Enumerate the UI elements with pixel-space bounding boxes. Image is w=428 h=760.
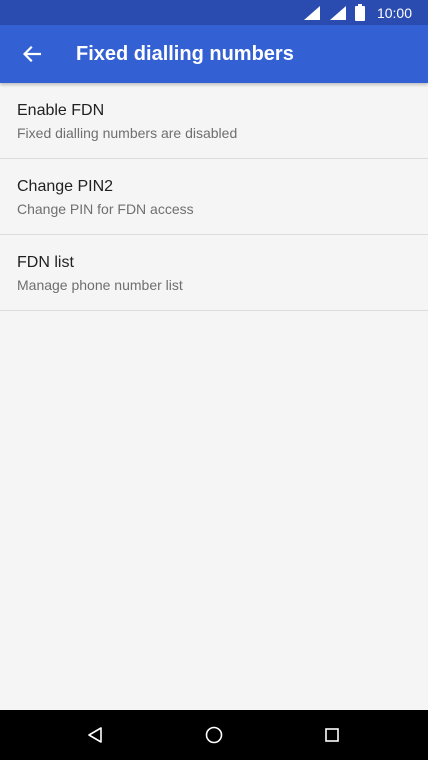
back-button[interactable] xyxy=(12,34,52,74)
battery-icon xyxy=(354,4,365,21)
fdn-list-subtitle: Manage phone number list xyxy=(17,277,183,293)
enable-fdn-subtitle: Fixed dialling numbers are disabled xyxy=(17,125,238,141)
back-triangle-icon xyxy=(88,727,102,743)
cell-signal-icon xyxy=(329,5,346,20)
enable-fdn-item[interactable]: Enable FDN Fixed dialling numbers are di… xyxy=(0,83,428,159)
nav-back-button[interactable] xyxy=(65,710,125,760)
arrow-left-icon xyxy=(23,46,41,62)
change-pin2-subtitle: Change PIN for FDN access xyxy=(17,201,194,217)
recents-square-icon xyxy=(325,728,339,742)
status-bar: 10:00 xyxy=(0,0,428,25)
navigation-bar xyxy=(0,710,428,760)
fdn-list-title: FDN list xyxy=(17,254,74,271)
home-circle-icon xyxy=(205,726,223,744)
enable-fdn-title: Enable FDN xyxy=(17,102,105,119)
app-bar: Fixed dialling numbers xyxy=(0,25,428,83)
page-title: Fixed dialling numbers xyxy=(76,43,294,65)
nav-recents-button[interactable] xyxy=(302,710,362,760)
fdn-list-item[interactable]: FDN list Manage phone number list xyxy=(0,235,428,311)
change-pin2-title: Change PIN2 xyxy=(17,178,114,195)
wifi-signal-icon xyxy=(303,5,320,20)
settings-list: Enable FDN Fixed dialling numbers are di… xyxy=(0,83,428,311)
nav-home-button[interactable] xyxy=(184,710,244,760)
status-time: 10:00 xyxy=(376,4,412,21)
status-icons: 10:00 xyxy=(303,0,412,25)
change-pin2-item[interactable]: Change PIN2 Change PIN for FDN access xyxy=(0,159,428,235)
